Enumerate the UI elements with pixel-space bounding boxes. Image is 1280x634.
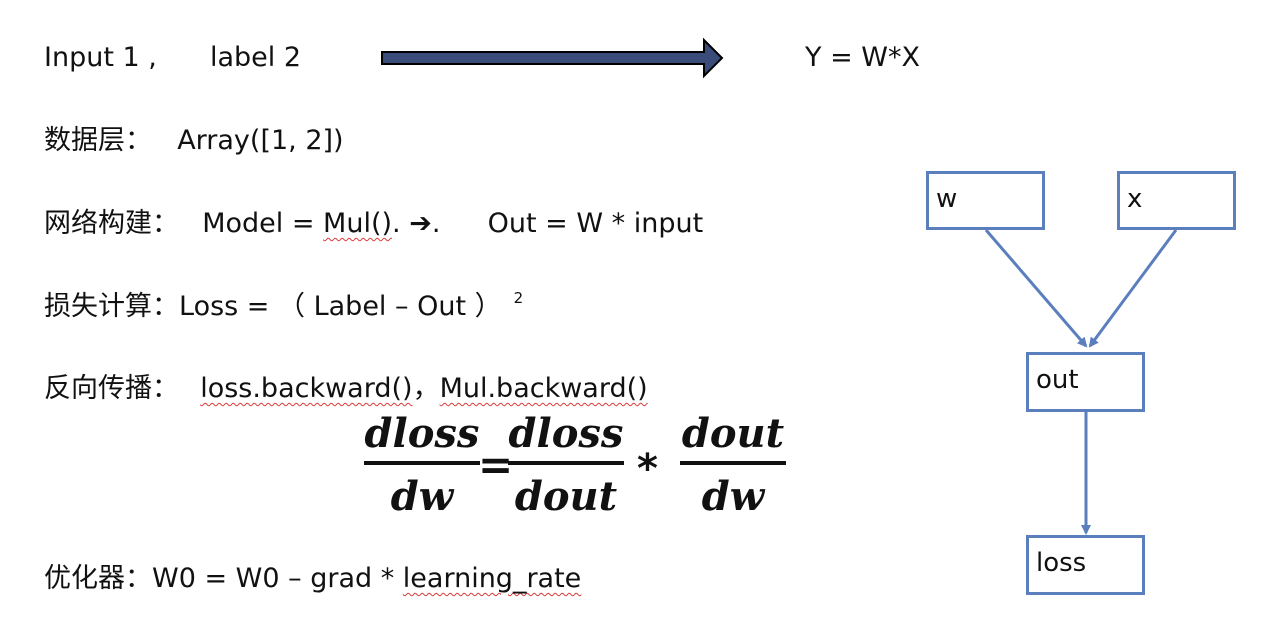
node-loss[interactable]: loss <box>1026 535 1145 595</box>
edge-x-to-out <box>1088 229 1178 348</box>
node-out-label: out <box>1036 365 1079 395</box>
node-w[interactable]: w <box>926 171 1045 230</box>
node-x[interactable]: x <box>1117 171 1236 230</box>
node-x-label: x <box>1127 184 1143 214</box>
node-out[interactable]: out <box>1026 352 1145 412</box>
node-loss-label: loss <box>1036 548 1087 578</box>
node-w-label: w <box>936 184 958 214</box>
edge-w-to-out <box>984 229 1088 348</box>
